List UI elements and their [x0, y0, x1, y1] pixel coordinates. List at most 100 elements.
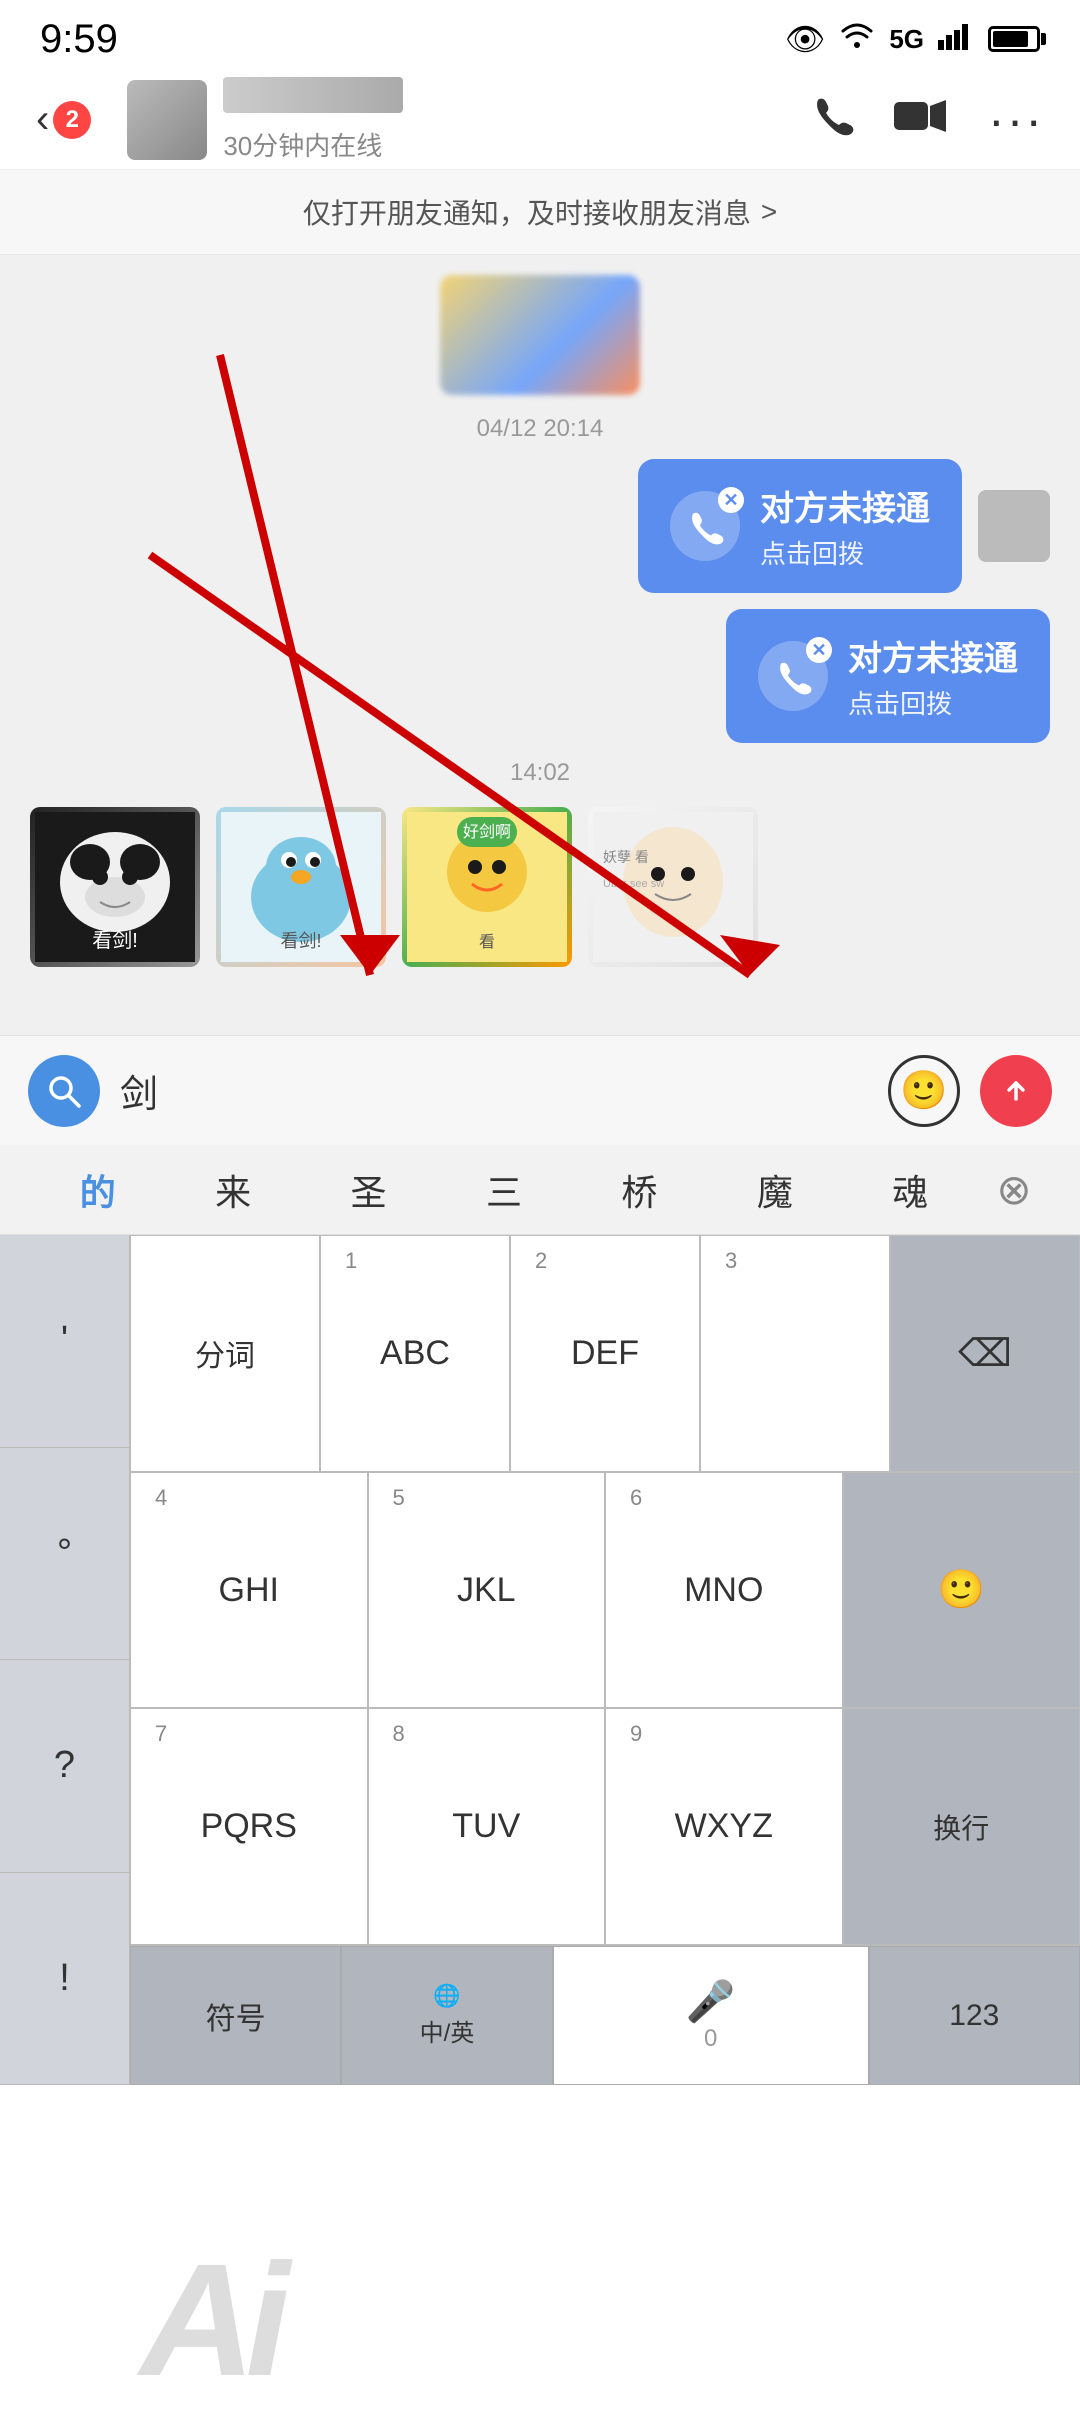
message-input[interactable]: 剑 — [120, 1063, 868, 1118]
x-mark-1: ✕ — [718, 487, 744, 513]
keyboard-main: 分词 1 ABC 2 DEF 3 ⌫ 4 GHI — [130, 1235, 1080, 2085]
key-pqrs[interactable]: 7 PQRS — [130, 1708, 368, 1945]
key-fenyi[interactable]: 分词 — [130, 1235, 320, 1472]
missed-call-1[interactable]: ✕ 对方未接通 点击回拨 — [30, 459, 1050, 593]
key-pqrs-label: PQRS — [201, 1807, 297, 1846]
ai-text: Ai — [140, 2228, 280, 2412]
suggestion-item-4[interactable]: 桥 — [572, 1164, 707, 1216]
more-button[interactable]: ··· — [988, 91, 1044, 149]
key-tuv[interactable]: 8 TUV — [368, 1708, 606, 1945]
suggestion-item-5[interactable]: 魔 — [707, 1164, 842, 1216]
status-bar: 9:59 👁 5G — [0, 0, 1080, 70]
keyboard-row-1: 分词 1 ABC 2 DEF 3 ⌫ — [130, 1235, 1080, 1472]
chat-area: 04/12 20:14 ✕ 对方未接通 点击回拨 ✕ — [0, 255, 1080, 1035]
svg-text:看剑!: 看剑! — [280, 931, 321, 951]
key-mno-label: MNO — [684, 1571, 763, 1610]
back-arrow-icon: ‹ — [36, 97, 49, 142]
svg-text:Uber see sw: Uber see sw — [603, 878, 664, 890]
suggestion-item-1[interactable]: 来 — [165, 1164, 300, 1216]
video-call-button[interactable] — [894, 95, 948, 145]
key-8-num: 8 — [393, 1721, 405, 1747]
key-apostrophe[interactable]: ' — [0, 1235, 130, 1448]
input-bar: 剑 🙂 — [0, 1035, 1080, 1145]
key-jkl[interactable]: 5 JKL — [368, 1472, 606, 1709]
suggestion-item-0[interactable]: 的 — [30, 1164, 165, 1216]
call-text-2: 对方未接通 点击回拨 — [848, 631, 1018, 721]
space-key[interactable]: 🎤 0 — [553, 1946, 869, 2085]
call-bubble-2: ✕ 对方未接通 点击回拨 — [726, 609, 1050, 743]
keyboard-row-3: 7 PQRS 8 TUV 9 WXYZ 换行 — [130, 1708, 1080, 1945]
svg-text:妖孽 看: 妖孽 看 — [603, 849, 649, 865]
emoji-keyboard-key[interactable]: 🙂 — [843, 1472, 1080, 1709]
key-def[interactable]: 3 — [700, 1235, 890, 1472]
send-icon — [998, 1073, 1034, 1109]
back-button[interactable]: ‹ 2 — [36, 97, 91, 142]
key-mno[interactable]: 6 MNO — [605, 1472, 843, 1709]
call-main-1: 对方未接通 — [760, 481, 930, 530]
back-badge: 2 — [53, 101, 91, 139]
sticker-row: 看剑! 看剑! — [30, 807, 1050, 967]
call-bubble-1: ✕ 对方未接通 点击回拨 — [638, 459, 962, 593]
key-5-num: 5 — [393, 1485, 405, 1511]
newline-label: 换行 — [933, 1807, 989, 1847]
suggestion-clear-button[interactable]: ⊗ — [978, 1154, 1050, 1226]
phone-call-button[interactable] — [810, 92, 854, 147]
eye-icon: 👁 — [785, 20, 826, 58]
chat-timestamp-1: 04/12 20:14 — [30, 415, 1050, 443]
key-abc[interactable]: 1 ABC — [320, 1235, 510, 1472]
key-degree[interactable]: ° — [0, 1448, 130, 1661]
missed-call-2[interactable]: ✕ 对方未接通 点击回拨 — [30, 609, 1050, 743]
delete-key[interactable]: ⌫ — [890, 1235, 1080, 1472]
ai-area: Ai — [0, 2240, 420, 2400]
suggestion-item-2[interactable]: 圣 — [301, 1164, 436, 1216]
keyboard: ' ° ? ! 分词 1 ABC 2 DEF 3 ⌫ — [0, 1235, 1080, 2085]
key-7-num: 7 — [155, 1721, 167, 1747]
number-key[interactable]: 123 — [869, 1946, 1080, 2085]
key-6-num: 6 — [630, 1485, 642, 1511]
sticker-1: 看剑! — [30, 807, 200, 967]
suggestion-item-6[interactable]: 魂 — [843, 1164, 978, 1216]
header-info: 30分钟内在线 — [223, 77, 810, 163]
key-def-label: DEF — [571, 1334, 639, 1373]
key-ghi[interactable]: 4 GHI — [130, 1472, 368, 1709]
newline-key[interactable]: 换行 — [843, 1708, 1080, 1945]
key-wxyz[interactable]: 9 WXYZ — [605, 1708, 843, 1945]
svg-text:看剑!: 看剑! — [92, 929, 138, 952]
call-main-2: 对方未接通 — [848, 631, 1018, 680]
key-def[interactable]: 2 DEF — [510, 1235, 700, 1472]
x-mark-2: ✕ — [806, 637, 832, 663]
call-text-1: 对方未接通 点击回拨 — [760, 481, 930, 571]
status-time: 9:59 — [40, 17, 118, 62]
suggestion-row: 的 来 圣 三 桥 魔 魂 ⊗ — [0, 1145, 1080, 1235]
sticker-2: 看剑! — [216, 807, 386, 967]
emoji-icon: 🙂 — [900, 1069, 947, 1113]
search-icon — [45, 1072, 83, 1110]
svg-text:好剑啊: 好剑啊 — [463, 823, 511, 841]
key-question[interactable]: ? — [0, 1660, 130, 1873]
emoji-button[interactable]: 🙂 — [888, 1055, 960, 1127]
keyboard-left-keys: ' ° ? ! — [0, 1235, 130, 2085]
notification-banner[interactable]: 仅打开朋友通知，及时接收朋友消息 > — [0, 170, 1080, 255]
sticker-4: 妖孽 看 Uber see sw — [588, 807, 758, 967]
space-num-label: 0 — [704, 2025, 717, 2053]
key-fenyi-label: 分词 — [195, 1331, 255, 1375]
key-abc-label: ABC — [380, 1334, 450, 1373]
chat-timestamp-2: 14:02 — [30, 759, 1050, 787]
key-exclaim[interactable]: ! — [0, 1873, 130, 2086]
key-4-num: 4 — [155, 1485, 167, 1511]
search-button[interactable] — [28, 1055, 100, 1127]
contact-status: 30分钟内在线 — [223, 126, 810, 163]
call-icon-circle-1: ✕ — [670, 491, 740, 561]
key-3-num: 3 — [725, 1248, 737, 1274]
notification-text: 仅打开朋友通知，及时接收朋友消息 — [303, 192, 751, 232]
chinese-english-key[interactable]: 🌐 中/英 — [341, 1946, 552, 2085]
symbol-label: 符号 — [206, 1994, 266, 2038]
suggestion-item-3[interactable]: 三 — [436, 1164, 571, 1216]
emoji-keyboard-icon: 🙂 — [938, 1568, 985, 1612]
key-9-num: 9 — [630, 1721, 642, 1747]
chat-avatar-right-1 — [978, 490, 1050, 562]
key-ghi-label: GHI — [219, 1571, 279, 1610]
key-jkl-label: JKL — [457, 1571, 516, 1610]
symbol-key[interactable]: 符号 — [130, 1946, 341, 2085]
send-button[interactable] — [980, 1055, 1052, 1127]
